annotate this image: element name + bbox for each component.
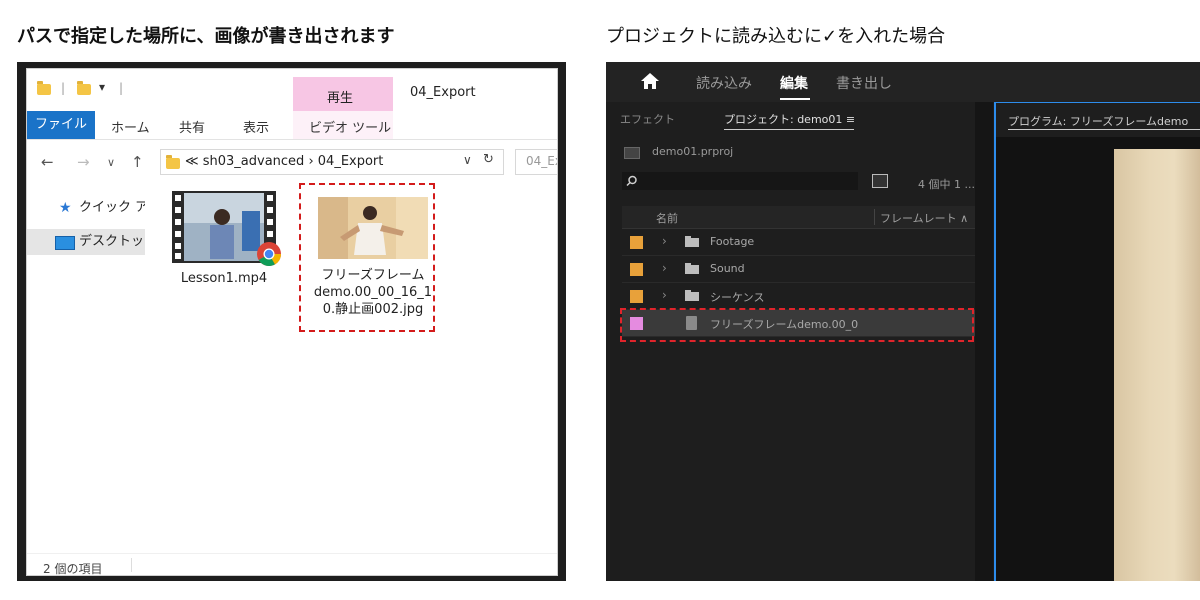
recent-chevron-icon[interactable]: ∨	[107, 156, 115, 169]
workspace-header: 読み込み 編集 書き出し	[606, 62, 1200, 102]
row-name: シーケンス	[710, 291, 765, 304]
refresh-icon[interactable]: ↻	[483, 152, 494, 167]
project-row-sound[interactable]: › Sound	[622, 256, 989, 283]
label-swatch[interactable]	[630, 263, 643, 276]
video-thumbnail	[172, 191, 281, 267]
row-name: Footage	[710, 235, 755, 248]
address-bar-row: ← → ∨ ↑ ≪ sh03_advanced › 04_Export ∨ ↻ …	[27, 147, 557, 177]
home-icon[interactable]	[640, 72, 660, 90]
navigation-pane: ★ クイック ア デスクトップ	[27, 187, 145, 547]
tab-file[interactable]: ファイル	[27, 111, 95, 139]
left-caption: パスで指定した場所に、画像が書き出されます	[17, 26, 395, 47]
tab-home[interactable]: ホーム	[111, 117, 150, 136]
nav-item-quick-access[interactable]: ★ クイック ア	[27, 195, 145, 221]
search-box[interactable]: 04_Ex	[515, 149, 557, 175]
search-icon	[626, 175, 637, 187]
status-divider	[131, 558, 132, 572]
tab-effects[interactable]: エフェクト	[620, 111, 675, 127]
premiere-window: 読み込み 編集 書き出し エフェクト プロジェクト: demo01 ≡ demo…	[606, 62, 1200, 581]
panel-divider[interactable]	[975, 102, 993, 581]
project-file-name: demo01.prproj	[652, 145, 734, 158]
tab-program[interactable]: プログラム: フリーズフレームdemo	[1008, 113, 1188, 129]
nav-edit[interactable]: 編集	[780, 73, 808, 93]
address-path: ≪ sh03_advanced › 04_Export	[185, 154, 384, 169]
search-input[interactable]: 04_Ex	[526, 154, 557, 168]
program-monitor[interactable]	[996, 137, 1200, 581]
up-arrow-icon[interactable]: ↑	[131, 153, 144, 171]
address-box[interactable]: ≪ sh03_advanced › 04_Export ∨ ↻	[160, 149, 504, 175]
tab-project[interactable]: プロジェクト: demo01 ≡	[724, 111, 855, 127]
project-search-input[interactable]	[622, 172, 858, 190]
tab-view[interactable]: 表示	[243, 117, 269, 136]
folder-icon[interactable]	[37, 81, 51, 95]
project-row-footage[interactable]: › Footage	[622, 229, 989, 256]
nav-import[interactable]: 読み込み	[696, 73, 752, 93]
tab-video-tools[interactable]: ビデオ ツール	[309, 117, 391, 136]
program-monitor-panel: プログラム: フリーズフレームdemo	[994, 102, 1200, 581]
window-title: 04_Export	[410, 85, 476, 100]
bin-folder-icon	[685, 263, 699, 274]
chevron-right-icon[interactable]: ›	[662, 261, 667, 275]
bin-folder-icon	[685, 290, 699, 301]
highlight-box	[620, 308, 974, 342]
desktop-icon	[55, 236, 75, 250]
bin-folder-icon	[685, 236, 699, 247]
active-nav-underline	[780, 98, 810, 100]
column-framerate[interactable]: フレームレート ∧	[880, 210, 968, 226]
item-count: 4 個中 1 ...	[918, 178, 975, 191]
project-file-icon	[624, 147, 640, 159]
new-search-bin-icon[interactable]	[872, 174, 888, 188]
label-swatch[interactable]	[630, 236, 643, 249]
project-row-sequence[interactable]: › シーケンス	[622, 283, 989, 310]
back-arrow-icon[interactable]: ←	[41, 153, 54, 171]
separator-icon: |	[61, 81, 66, 95]
nav-export[interactable]: 書き出し	[836, 73, 892, 93]
video-frame-shadow	[1174, 149, 1200, 581]
nav-item-label: クイック ア	[79, 200, 145, 215]
nav-item-desktop[interactable]: デスクトップ	[27, 229, 145, 255]
ribbon-tabs: ファイル ホーム 共有 表示 ビデオ ツール	[27, 111, 557, 140]
folder-icon	[166, 155, 180, 169]
column-name[interactable]: 名前	[656, 210, 678, 226]
explorer-window: | ▾ | 再生 04_Export ファイル ホーム 共有 表示 ビデオ ツー…	[17, 62, 566, 581]
list-header: 名前 フレームレート ∧	[622, 206, 989, 229]
column-divider	[874, 209, 875, 225]
context-tab-label: 再生	[327, 91, 354, 106]
file-name: Lesson1.mp4	[180, 271, 268, 286]
explorer-content: | ▾ | 再生 04_Export ファイル ホーム 共有 表示 ビデオ ツー…	[26, 68, 558, 576]
highlight-box	[299, 183, 435, 332]
tab-share[interactable]: 共有	[179, 117, 205, 136]
chevron-right-icon[interactable]: ›	[662, 288, 667, 302]
tab-underline	[724, 129, 854, 130]
new-folder-icon[interactable]	[77, 81, 91, 95]
right-caption: プロジェクトに読み込むに✓を入れた場合	[606, 26, 946, 47]
star-icon: ★	[59, 200, 72, 216]
separator-icon: |	[119, 81, 124, 95]
status-bar: 2 個の項目	[27, 553, 557, 576]
item-count: 2 個の項目	[43, 562, 103, 576]
forward-arrow-icon[interactable]: →	[77, 153, 90, 171]
tab-underline	[1008, 129, 1200, 130]
row-name: Sound	[710, 262, 745, 275]
nav-item-label: デスクトップ	[79, 234, 145, 249]
customize-qa-icon[interactable]: ▾	[99, 80, 105, 94]
chevron-right-icon[interactable]: ›	[662, 234, 667, 248]
panel-tabs: エフェクト プロジェクト: demo01 ≡	[620, 102, 989, 132]
file-item-lesson1[interactable]: Lesson1.mp4	[169, 191, 281, 286]
label-swatch[interactable]	[630, 290, 643, 303]
chrome-icon	[257, 242, 281, 267]
dropdown-icon[interactable]: ∨	[463, 153, 472, 167]
